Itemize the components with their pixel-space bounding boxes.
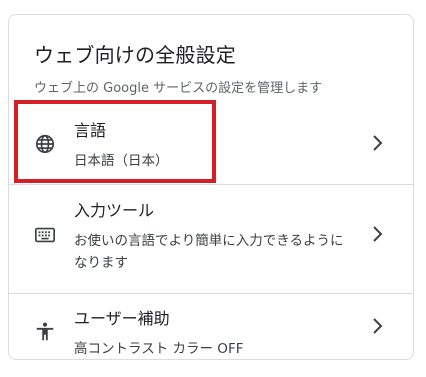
setting-value-input-tools: お使いの言語でより簡単に入力できるようになります (74, 233, 344, 271)
page-title: ウェブ向けの全般設定 (34, 43, 236, 67)
page-subtitle: ウェブ上の Google サービスの設定を管理します (34, 81, 323, 96)
general-settings-card: ウェブ向けの全般設定 ウェブ上の Google サービスの設定を管理します 言語… (8, 14, 414, 360)
setting-title-accessibility: ユーザー補助 (74, 309, 170, 328)
setting-title-language: 言語 (74, 121, 107, 140)
accessibility-icon (34, 321, 56, 343)
chevron-right-icon (371, 134, 385, 152)
setting-value-accessibility: 高コントラスト カラー OFF (74, 341, 244, 357)
setting-row-accessibility[interactable]: ユーザー補助 高コントラスト カラー OFF (9, 293, 413, 360)
setting-title-input-tools: 入力ツール (74, 201, 155, 220)
setting-row-input-tools[interactable]: 入力ツール お使いの言語でより簡単に入力できるようになります (9, 184, 413, 293)
setting-row-language[interactable]: 言語 日本語（日本） (9, 101, 413, 183)
chevron-right-icon (371, 225, 385, 243)
setting-value-language: 日本語（日本） (74, 153, 169, 169)
keyboard-icon (34, 224, 56, 246)
chevron-right-icon (371, 317, 385, 335)
globe-icon (34, 133, 56, 155)
